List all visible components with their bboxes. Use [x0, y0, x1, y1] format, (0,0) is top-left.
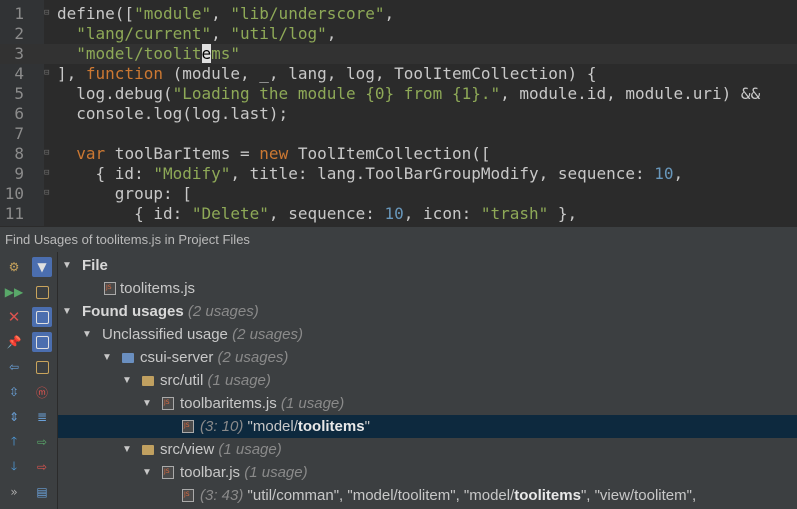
expand-arrow-icon[interactable]: ▼ — [142, 392, 152, 415]
expand-arrow-icon[interactable]: ▼ — [102, 346, 112, 369]
code-line[interactable]: 4 ⊟ ], function (module, _, lang, log, Too… — [0, 64, 797, 84]
line-number: 1 — [14, 4, 24, 23]
code-text: log.debug("Loading the module {0} from {… — [57, 84, 761, 103]
code-text: var toolBarItems = new ToolItemCollectio… — [76, 144, 491, 163]
js-file-icon — [162, 397, 174, 410]
fold-icon[interactable]: ⊟ — [44, 148, 52, 158]
line-number: 3 — [14, 44, 24, 63]
line-number: 2 — [14, 24, 24, 43]
find-toolbar-left: ⚙ ▶▶ ✕ 📌 ⇦ ⇳ ⇕ 🡑 🡓 » — [0, 252, 28, 509]
code-line[interactable]: 3 "model/toolitems" — [0, 44, 797, 64]
code-line[interactable]: 2 "lang/current", "util/log", — [0, 24, 797, 44]
expand-arrow-icon[interactable]: ▼ — [142, 461, 152, 484]
tree-row-usage-selected[interactable]: (3: 10) "model/toolitems" — [58, 415, 797, 438]
folder-icon — [142, 376, 154, 386]
line-number: 11 — [4, 204, 24, 223]
line-number: 5 — [14, 84, 24, 103]
expand-arrow-icon[interactable]: ▼ — [62, 254, 72, 277]
code-line[interactable]: 11 { id: "Delete", sequence: 10, icon: "… — [0, 204, 797, 224]
expand-arrow-icon[interactable]: ▼ — [122, 438, 132, 461]
line-number: 10 — [4, 184, 24, 203]
code-line[interactable]: 1 ⊟ define(["module", "lib/underscore", — [0, 4, 797, 24]
tree-row-file-section[interactable]: ▼ File — [58, 254, 797, 277]
code-line[interactable]: 6 console.log(log.last); — [0, 104, 797, 124]
code-text: { id: "Delete", sequence: 10, icon: "tra… — [57, 204, 578, 223]
tree-row-module[interactable]: ▼ csui-server (2 usages) — [58, 346, 797, 369]
tree-row-target-file[interactable]: toolitems.js — [58, 277, 797, 300]
line-number: 6 — [14, 104, 24, 123]
code-line[interactable]: 7 — [0, 124, 797, 144]
find-usages-header: Find Usages of toolitems.js in Project F… — [0, 226, 797, 252]
tree-row-usage[interactable]: (3: 43) "util/comman", "model/toolitem",… — [58, 484, 797, 507]
previous-occurrence-icon[interactable]: 🡑 — [4, 432, 24, 452]
tree-row-toolbar-file[interactable]: ▼ toolbar.js (1 usage) — [58, 461, 797, 484]
back-icon[interactable]: ⇦ — [4, 357, 24, 377]
expand-arrow-icon[interactable]: ▼ — [122, 369, 132, 392]
next-occurrence-icon[interactable]: 🡓 — [4, 457, 24, 477]
code-text: "lang/current", "util/log", — [76, 24, 337, 43]
code-text: console.log(log.last); — [57, 104, 289, 123]
filter-icon[interactable]: ▼ — [32, 257, 52, 277]
line-number: 7 — [14, 124, 24, 143]
js-file-icon — [104, 282, 116, 295]
module-icon — [122, 353, 134, 363]
fold-icon[interactable]: ⊟ — [44, 168, 52, 178]
tree-row-found-usages[interactable]: ▼ Found usages (2 usages) — [58, 300, 797, 323]
code-line[interactable]: 9 ⊟ { id: "Modify", title: lang.ToolBarGr… — [0, 164, 797, 184]
tree-row-util-dir[interactable]: ▼ src/util (1 usage) — [58, 369, 797, 392]
js-file-icon — [162, 466, 174, 479]
line-number: 4 — [14, 64, 24, 83]
tree-row-toolbaritems-file[interactable]: ▼ toolbaritems.js (1 usage) — [58, 392, 797, 415]
code-line[interactable]: 8 ⊟ var toolBarItems = new ToolItemCollec… — [0, 144, 797, 164]
js-file-icon — [182, 420, 194, 433]
group-by-module-icon[interactable] — [32, 307, 52, 327]
js-file-icon — [182, 489, 194, 502]
group-by-usage-type-icon[interactable] — [32, 282, 52, 302]
merge-usages-icon[interactable]: ≣ — [32, 407, 52, 427]
settings-icon[interactable]: ⚙ — [4, 257, 24, 277]
code-line[interactable]: 10 ⊟ group: [ — [0, 184, 797, 204]
usages-tree[interactable]: ▼ File toolitems.js ▼ Found usages (2 us… — [58, 252, 797, 509]
code-editor[interactable]: 1 ⊟ define(["module", "lib/underscore", 2 "… — [0, 0, 797, 226]
expand-all-icon[interactable]: ⇳ — [4, 382, 24, 402]
line-number: 9 — [14, 164, 24, 183]
code-text: define(["module", "lib/underscore", — [57, 4, 395, 23]
fold-icon[interactable]: ⊟ — [44, 8, 52, 18]
code-line[interactable]: 5 log.debug("Loading the module {0} from… — [0, 84, 797, 104]
method-icon[interactable]: ⓜ — [32, 382, 52, 402]
expand-arrow-icon[interactable]: ▼ — [62, 300, 72, 323]
code-text: { id: "Modify", title: lang.ToolBarGroup… — [57, 164, 684, 183]
more-icon[interactable]: » — [4, 482, 24, 502]
tree-row-unclassified[interactable]: ▼ Unclassified usage (2 usages) — [58, 323, 797, 346]
rerun-icon[interactable]: ▶▶ — [4, 282, 24, 302]
close-icon[interactable]: ✕ — [4, 307, 24, 327]
code-text: "model/toolitems" — [76, 44, 241, 63]
group-by-file-structure-icon[interactable] — [32, 357, 52, 377]
folder-icon — [142, 445, 154, 455]
pin-icon[interactable]: 📌 — [4, 332, 24, 352]
code-text: group: [ — [57, 184, 192, 203]
expand-arrow-icon[interactable]: ▼ — [82, 323, 92, 346]
export-icon[interactable]: ⇨ — [32, 457, 52, 477]
fold-icon[interactable]: ⊟ — [44, 188, 52, 198]
code-text: ], function (module, _, lang, log, ToolI… — [57, 64, 597, 83]
import-icon[interactable]: ⇨ — [32, 432, 52, 452]
preview-icon[interactable]: ▤ — [32, 482, 52, 502]
tree-row-view-dir[interactable]: ▼ src/view (1 usage) — [58, 438, 797, 461]
group-by-package-icon[interactable] — [32, 332, 52, 352]
line-number: 8 — [14, 144, 24, 163]
find-toolbar-right: ▼ ⓜ ≣ ⇨ ⇨ ▤ — [28, 252, 58, 509]
collapse-all-icon[interactable]: ⇕ — [4, 407, 24, 427]
find-usages-title: Find Usages of toolitems.js in Project F… — [5, 232, 250, 247]
fold-icon[interactable]: ⊟ — [44, 68, 52, 78]
